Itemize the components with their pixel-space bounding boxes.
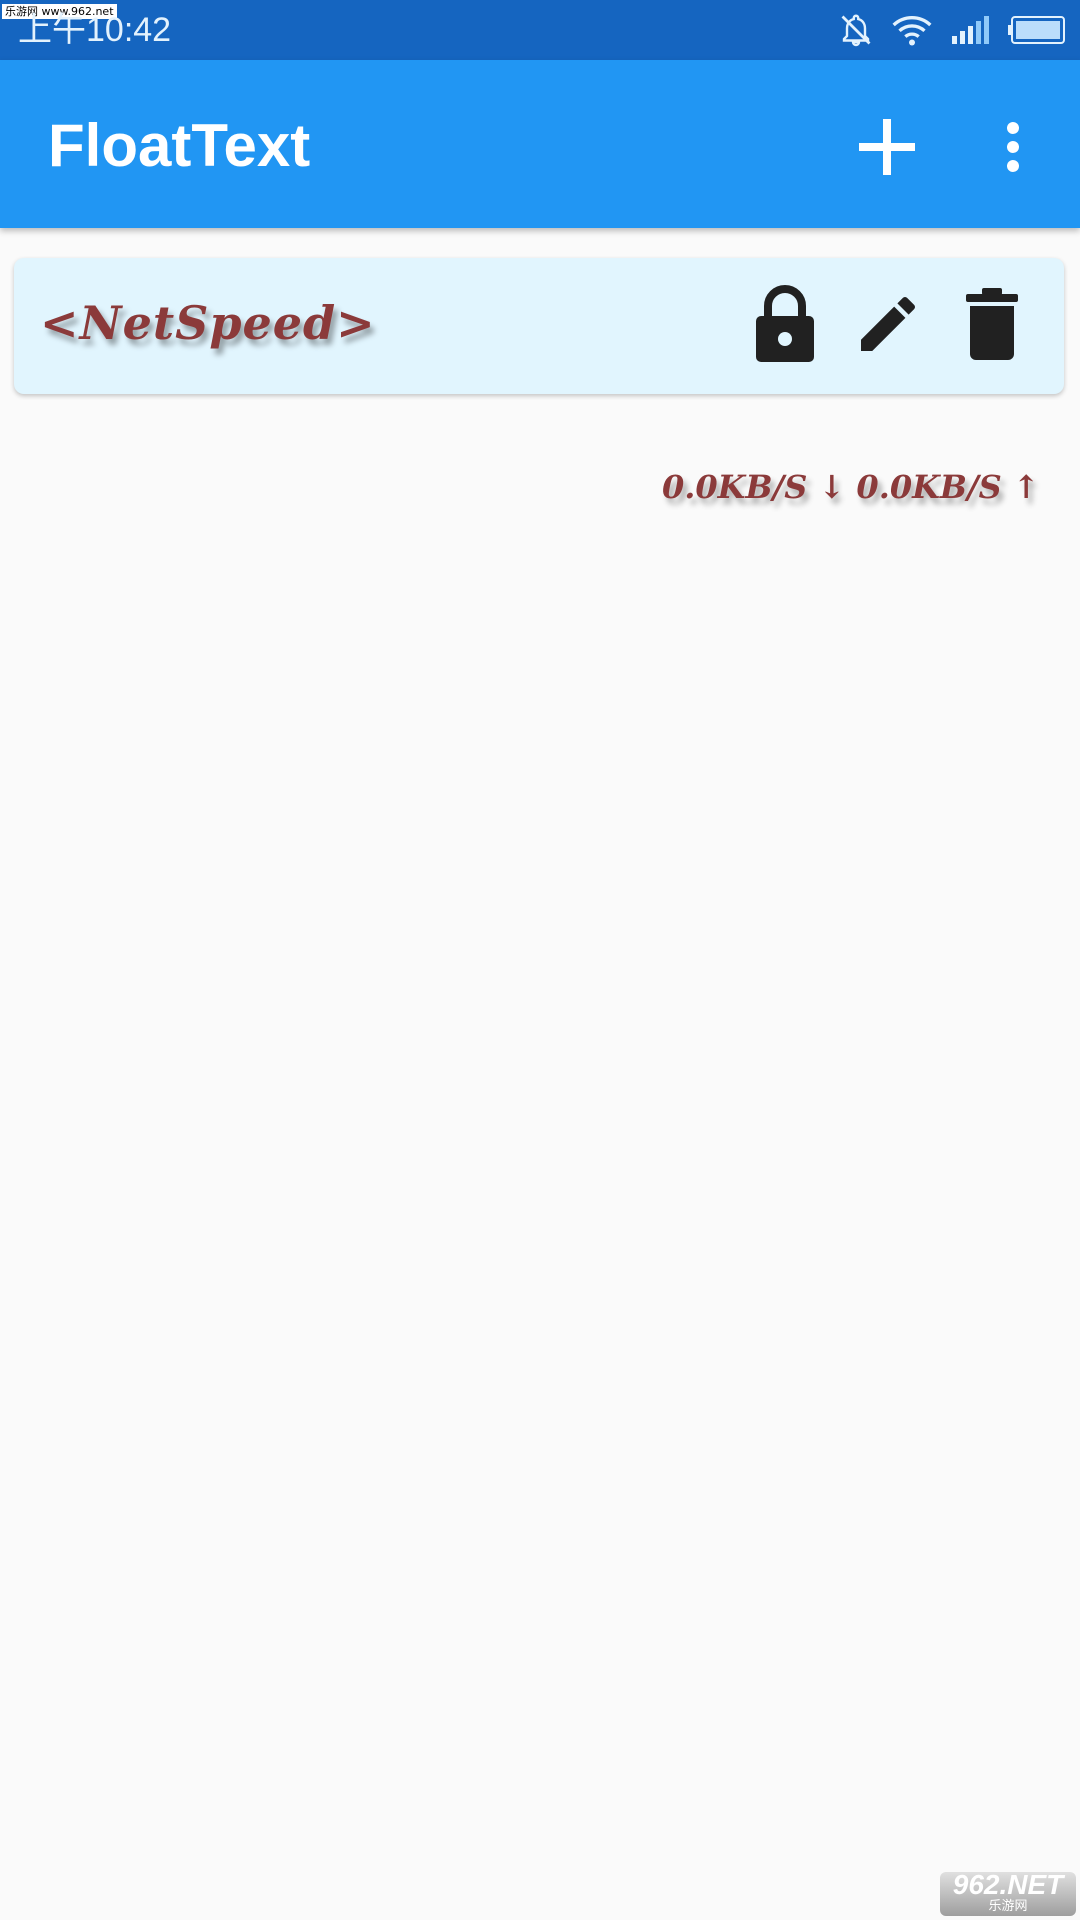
- float-text-name: <NetSpeed>: [40, 296, 376, 350]
- list-item[interactable]: <NetSpeed>: [14, 258, 1064, 394]
- status-icons: [838, 10, 1066, 50]
- bell-off-icon: [838, 12, 874, 48]
- status-bar: 乐游网 www.962.net 上午10:42: [0, 0, 1080, 60]
- add-button[interactable]: [842, 104, 932, 194]
- app-title: FloatText: [48, 112, 311, 179]
- watermark-sub: 乐游网: [988, 1898, 1028, 1913]
- watermark-logo: 962.NET 乐游网: [940, 1869, 1076, 1916]
- battery-icon: [1008, 16, 1066, 44]
- status-time: 上午10:42: [18, 11, 172, 49]
- more-options-button[interactable]: [968, 104, 1058, 194]
- watermark-main: 962.NET: [952, 1869, 1064, 1900]
- lock-icon: [754, 284, 816, 369]
- lock-button[interactable]: [741, 282, 829, 370]
- wifi-icon: [892, 13, 932, 47]
- signal-icon: [950, 16, 990, 44]
- more-vert-icon: [1003, 121, 1023, 178]
- delete-button[interactable]: [948, 282, 1036, 370]
- floating-net-speed[interactable]: 0.0KB/S ↓ 0.0KB/S ↑: [662, 468, 1040, 506]
- add-icon: [857, 117, 917, 182]
- app-bar: FloatText: [0, 60, 1080, 228]
- edit-icon: [852, 288, 924, 365]
- edit-button[interactable]: [844, 282, 932, 370]
- delete-icon: [964, 287, 1020, 365]
